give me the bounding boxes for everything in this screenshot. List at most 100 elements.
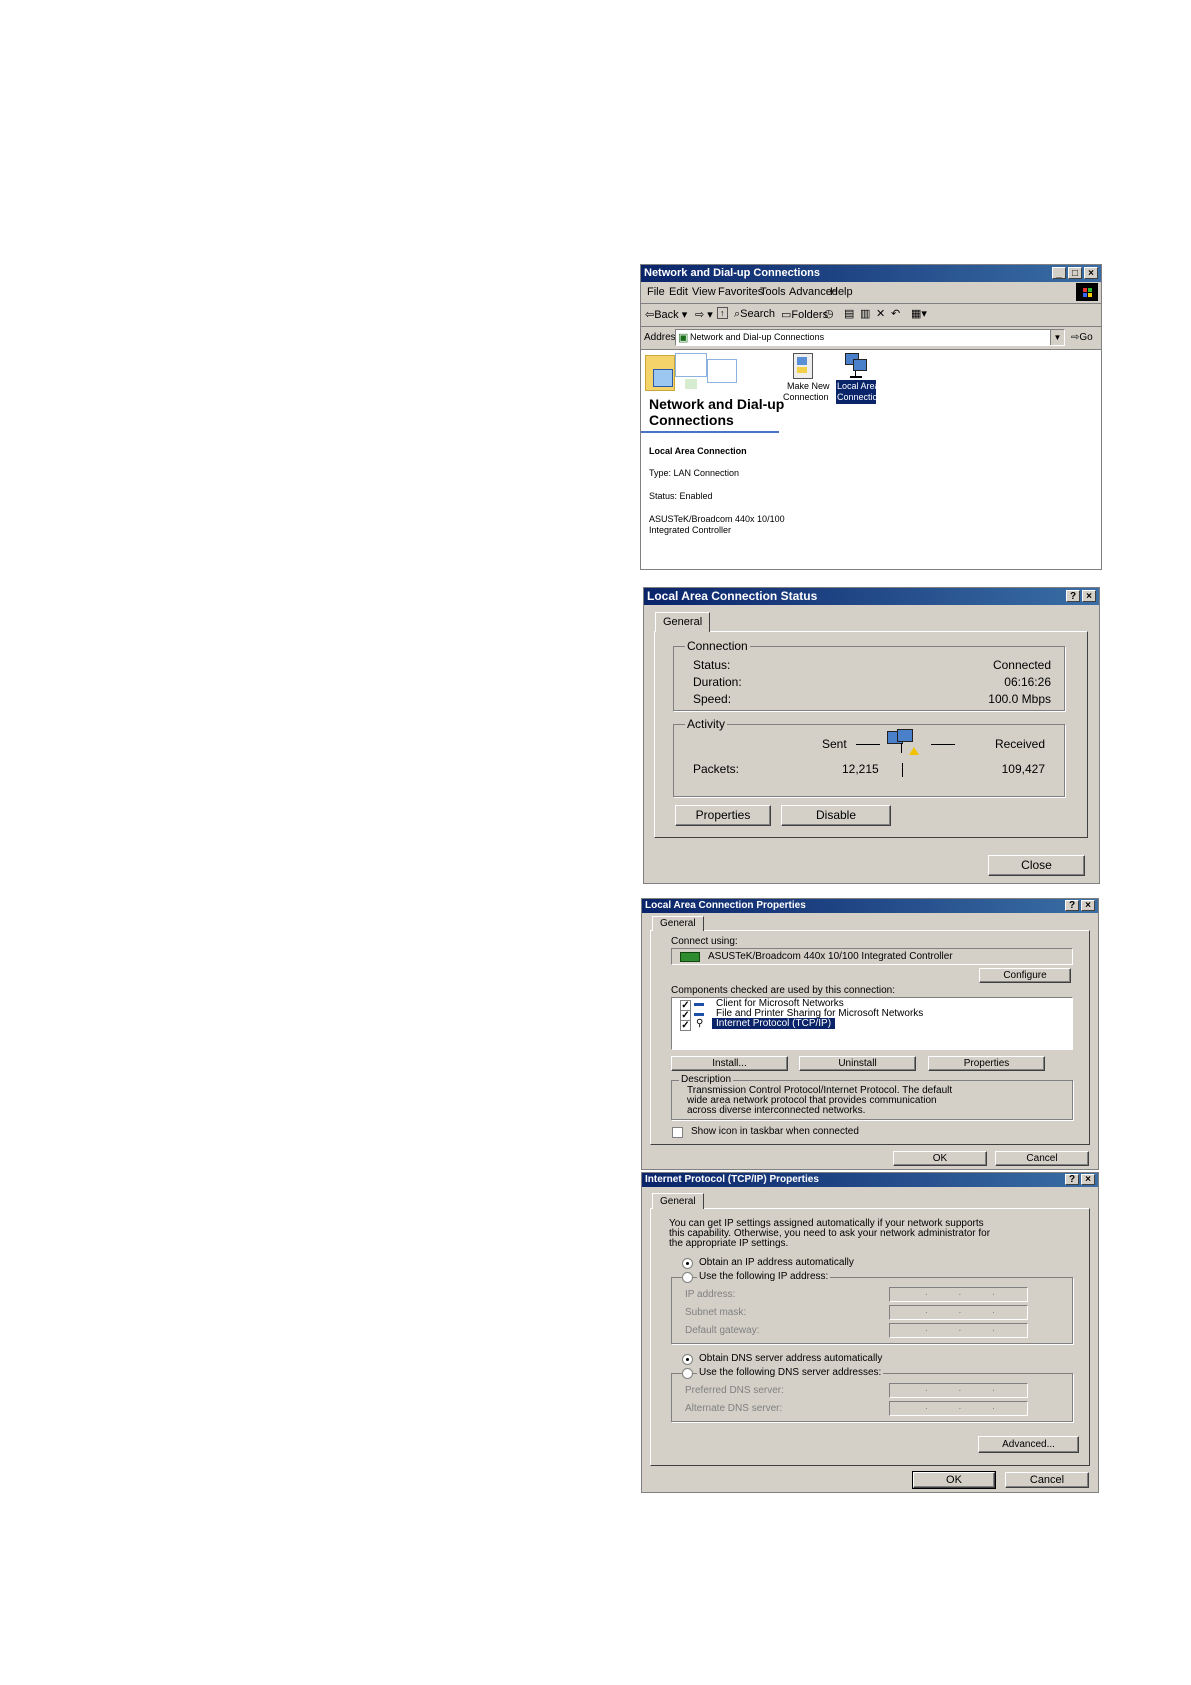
- go-button[interactable]: ⇨Go: [1071, 332, 1093, 343]
- default-gateway-input[interactable]: . . .: [889, 1323, 1028, 1338]
- local-area-connection-item[interactable]: Local Area Connection: [833, 353, 883, 405]
- copy-to-icon[interactable]: ▥: [860, 307, 870, 320]
- close-button[interactable]: ×: [1081, 900, 1095, 911]
- properties-tab-panel: Connect using: ASUSTeK/Broadcom 440x 10/…: [650, 930, 1090, 1145]
- protocol-icon: ⚲: [696, 1018, 704, 1029]
- tcpip-tab-panel: You can get IP settings assigned automat…: [650, 1208, 1090, 1466]
- obtain-ip-radio[interactable]: [682, 1258, 693, 1269]
- back-button[interactable]: ⇦Back ▾: [645, 308, 687, 321]
- tab-general[interactable]: General: [652, 1193, 704, 1209]
- show-icon-checkbox[interactable]: [672, 1127, 683, 1138]
- menu-view[interactable]: View: [692, 286, 716, 298]
- obtain-dns-label[interactable]: Obtain DNS server address automatically: [699, 1353, 882, 1364]
- make-new-connection-item[interactable]: Make New Connection: [781, 353, 830, 403]
- local-area-label-2: Connection: [837, 392, 883, 402]
- views-icon[interactable]: ▦▾: [911, 307, 927, 320]
- use-ip-label[interactable]: Use the following IP address:: [697, 1271, 831, 1282]
- window-title: Network and Dial-up Connections: [644, 267, 821, 279]
- connections-banner-graphic: [645, 353, 765, 393]
- received-line: [931, 744, 955, 745]
- menu-help[interactable]: Help: [830, 286, 853, 298]
- explorer-titlebar[interactable]: Network and Dial-up Connections _ □ ×: [641, 265, 1101, 282]
- speed-value: 100.0 Mbps: [988, 692, 1051, 706]
- status-tab-panel: Connection Status: Connected Duration: 0…: [654, 631, 1088, 838]
- cancel-button[interactable]: Cancel: [995, 1151, 1089, 1166]
- address-input[interactable]: ▣ Network and Dial-up Connections ▼: [675, 329, 1065, 346]
- connection-group-label: Connection: [685, 639, 750, 653]
- use-dns-radio[interactable]: [682, 1368, 693, 1379]
- address-dropdown-button[interactable]: ▼: [1050, 330, 1064, 345]
- status-titlebar[interactable]: Local Area Connection Status ? ×: [644, 588, 1099, 605]
- connection-status: Status: Enabled: [649, 491, 713, 501]
- ok-button[interactable]: OK: [893, 1151, 987, 1166]
- tcpip-titlebar[interactable]: Internet Protocol (TCP/IP) Properties ? …: [642, 1173, 1098, 1187]
- network-computers-icon: [845, 353, 867, 379]
- forward-button[interactable]: ⇨ ▾: [695, 308, 713, 321]
- make-new-label-1: Make New: [787, 381, 830, 391]
- ip-address-label: IP address:: [685, 1289, 736, 1300]
- close-button[interactable]: ×: [1084, 267, 1098, 279]
- menu-file[interactable]: File: [647, 286, 665, 298]
- properties-button[interactable]: Properties: [675, 805, 771, 826]
- properties-titlebar[interactable]: Local Area Connection Properties ? ×: [642, 899, 1098, 913]
- help-button[interactable]: ?: [1066, 590, 1080, 602]
- history-icon[interactable]: ◷: [824, 307, 834, 320]
- minimize-button[interactable]: _: [1052, 267, 1066, 279]
- packets-sent-value: 12,215: [842, 762, 879, 776]
- checkbox-tcpip[interactable]: ✓: [680, 1020, 691, 1031]
- duration-label: Duration:: [693, 675, 742, 689]
- component-properties-button[interactable]: Properties: [928, 1056, 1045, 1071]
- speed-label: Speed:: [693, 692, 732, 706]
- tab-general[interactable]: General: [655, 612, 711, 632]
- maximize-button[interactable]: □: [1068, 267, 1082, 279]
- alternate-dns-input[interactable]: . . .: [889, 1401, 1028, 1416]
- menu-tools[interactable]: Tools: [760, 286, 786, 298]
- subnet-mask-input[interactable]: . . .: [889, 1305, 1028, 1320]
- search-button[interactable]: ⌕Search: [734, 308, 775, 321]
- use-ip-radio[interactable]: [682, 1272, 693, 1283]
- intro-line-3: the appropriate IP settings.: [669, 1238, 789, 1249]
- undo-icon[interactable]: ↶: [891, 307, 900, 320]
- obtain-ip-label[interactable]: Obtain an IP address automatically: [699, 1257, 854, 1268]
- show-icon-label[interactable]: Show icon in taskbar when connected: [691, 1126, 859, 1137]
- adapter-name: ASUSTeK/Broadcom 440x 10/100 Integrated …: [708, 951, 953, 962]
- status-value: Connected: [992, 658, 1051, 672]
- folders-button[interactable]: ▭Folders: [781, 308, 828, 321]
- use-dns-label[interactable]: Use the following DNS server addresses:: [697, 1367, 884, 1378]
- advanced-button[interactable]: Advanced...: [978, 1436, 1079, 1453]
- preferred-dns-input[interactable]: . . .: [889, 1383, 1028, 1398]
- make-new-connection-icon: [793, 353, 813, 379]
- delete-icon[interactable]: ✕: [876, 307, 885, 320]
- folder-icon: ▣: [678, 332, 689, 344]
- status-dialog: Local Area Connection Status ? × General…: [643, 587, 1100, 884]
- component-tcpip[interactable]: Internet Protocol (TCP/IP): [712, 1018, 836, 1029]
- packets-label: Packets:: [693, 762, 740, 776]
- uninstall-button[interactable]: Uninstall: [799, 1056, 916, 1071]
- help-button[interactable]: ?: [1065, 900, 1079, 911]
- up-folder-icon[interactable]: ↑: [717, 307, 728, 319]
- close-button[interactable]: ×: [1082, 590, 1096, 602]
- help-button[interactable]: ?: [1065, 1174, 1079, 1185]
- adapter-field: ASUSTeK/Broadcom 440x 10/100 Integrated …: [671, 948, 1073, 965]
- default-gateway-label: Default gateway:: [685, 1325, 760, 1336]
- move-to-icon[interactable]: ▤: [844, 307, 854, 320]
- disable-button[interactable]: Disable: [781, 805, 891, 826]
- tab-general[interactable]: General: [652, 916, 704, 931]
- ip-address-input[interactable]: . . .: [889, 1287, 1028, 1302]
- components-list[interactable]: ✓ ▬ Client for Microsoft Networks ✓ ▬ Fi…: [671, 997, 1073, 1050]
- obtain-dns-radio[interactable]: [682, 1354, 693, 1365]
- close-button[interactable]: ×: [1081, 1174, 1095, 1185]
- install-button[interactable]: Install...: [671, 1056, 788, 1071]
- windows-logo-icon: [1076, 283, 1098, 301]
- cancel-button[interactable]: Cancel: [1005, 1472, 1089, 1488]
- close-dialog-button[interactable]: Close: [988, 855, 1085, 876]
- properties-dialog-title: Local Area Connection Properties: [645, 900, 806, 911]
- menu-edit[interactable]: Edit: [669, 286, 688, 298]
- menu-bar: File Edit View Favorites Tools Advanced …: [641, 282, 1101, 304]
- menu-favorites[interactable]: Favorites: [718, 286, 763, 298]
- sent-line: [856, 744, 880, 745]
- activity-group-label: Activity: [685, 717, 728, 731]
- explorer-window: Network and Dial-up Connections _ □ × Fi…: [640, 264, 1102, 570]
- ok-button[interactable]: OK: [912, 1471, 996, 1489]
- configure-button[interactable]: Configure: [979, 968, 1071, 983]
